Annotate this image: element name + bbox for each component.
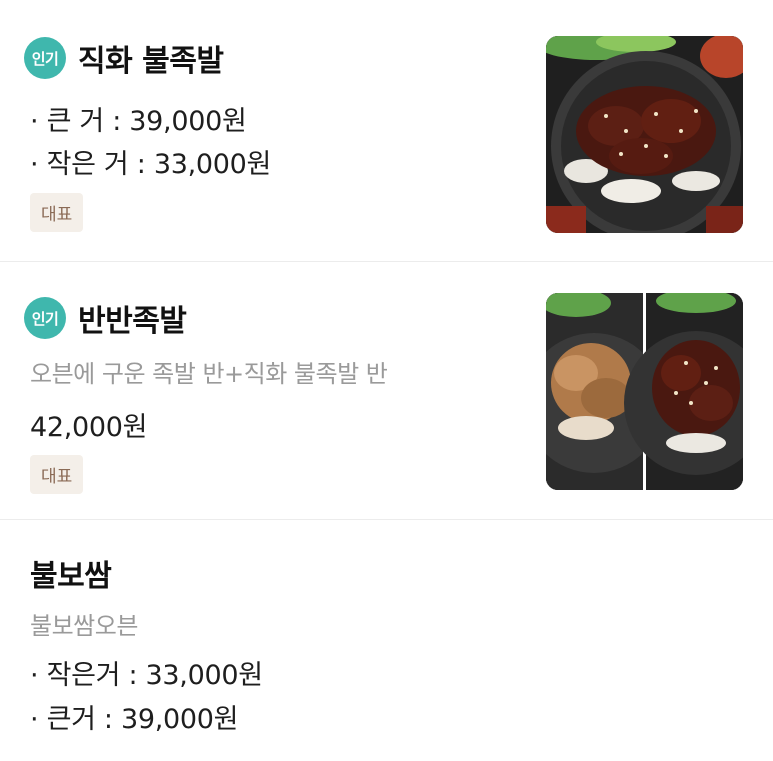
menu-item-description: 오븐에 구운 족발 반+직화 불족발 반 <box>30 360 388 388</box>
price-option-large: · 큰거 : 39,000원 <box>30 704 239 735</box>
menu-item-price: 42,000원 <box>30 412 148 443</box>
representative-tag: 대표 <box>30 193 84 232</box>
menu-item-jikhwa-buljokbal[interactable]: 인기 직화 불족발 · 큰 거 : 39,000원 · 작은 거 : 33,00… <box>0 0 773 262</box>
menu-item-name: 직화 불족발 <box>78 44 224 79</box>
popular-badge: 인기 <box>24 37 66 79</box>
popular-badge: 인기 <box>24 297 66 339</box>
food-photo[interactable] <box>546 293 743 490</box>
food-photo[interactable] <box>546 36 743 233</box>
menu-title-row: 인기 직화 불족발 <box>24 36 224 80</box>
representative-tag: 대표 <box>30 455 84 494</box>
menu-item-name: 불보쌈 <box>30 559 112 594</box>
price-option-small: · 작은거 : 33,000원 <box>30 660 263 691</box>
price-option-small: · 작은 거 : 33,000원 <box>30 149 272 180</box>
menu-title-row: 인기 반반족발 <box>24 296 187 340</box>
price-option-large: · 큰 거 : 39,000원 <box>30 106 247 137</box>
menu-item-name: 반반족발 <box>78 304 187 339</box>
menu-item-banban-jokbal[interactable]: 인기 반반족발 오븐에 구운 족발 반+직화 불족발 반 42,000원 대표 <box>0 262 773 520</box>
menu-item-bul-bossam[interactable]: 불보쌈 불보쌈오븐 · 작은거 : 33,000원 · 큰거 : 39,000원 <box>0 520 773 761</box>
menu-item-description: 불보쌈오븐 <box>30 612 138 640</box>
